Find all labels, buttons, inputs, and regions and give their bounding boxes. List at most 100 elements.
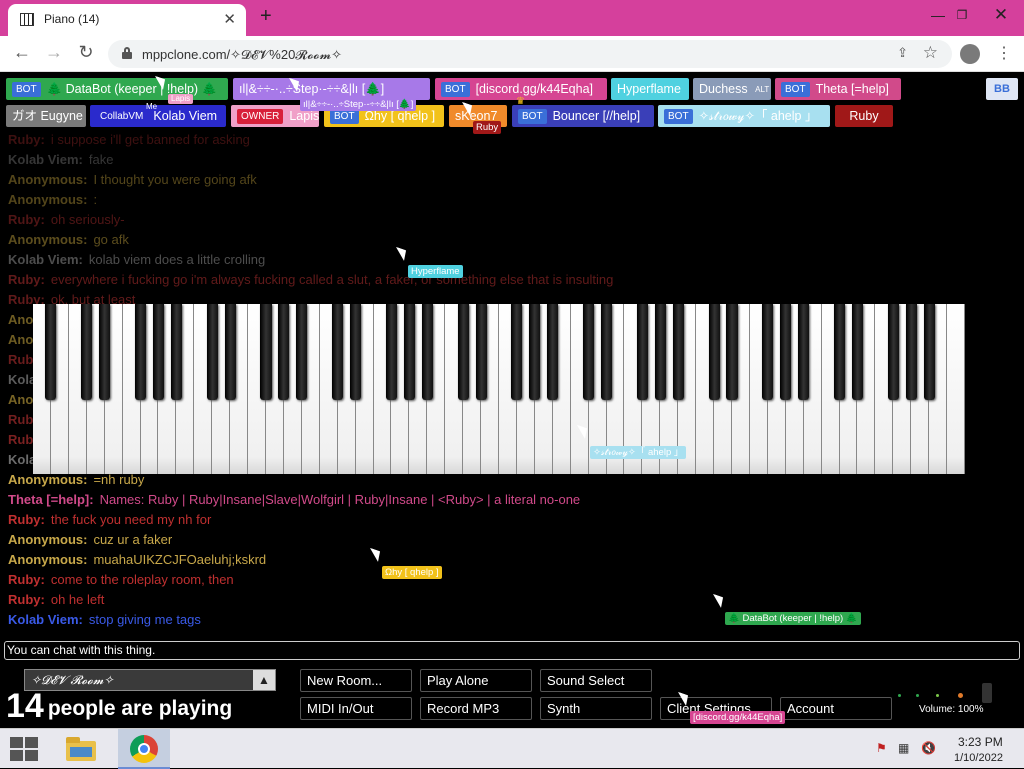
account-button[interactable]: Account bbox=[780, 697, 892, 720]
piano-white-key[interactable] bbox=[947, 304, 965, 474]
forward-button[interactable]: → bbox=[42, 42, 66, 63]
file-explorer-icon[interactable] bbox=[64, 735, 98, 763]
piano-black-key[interactable] bbox=[726, 304, 738, 400]
browser-tab[interactable]: Piano (14) ✕ bbox=[8, 4, 246, 36]
piano-black-key[interactable] bbox=[224, 304, 236, 400]
chat-input[interactable]: You can chat with this thing. bbox=[4, 641, 1020, 660]
piano-black-key[interactable] bbox=[780, 304, 792, 400]
participant-tag[interactable]: Ruby bbox=[835, 105, 893, 127]
piano-page: BOT 🌲 DataBot (keeper | !help) 🌲 ıl|&÷÷-·… bbox=[0, 72, 1024, 728]
room-dropdown-arrow-icon[interactable]: ▲ bbox=[253, 670, 275, 690]
lock-icon[interactable] bbox=[122, 47, 132, 59]
volume-muted-icon[interactable]: 🔇 bbox=[921, 741, 936, 755]
window-close-button[interactable]: ✕ bbox=[987, 2, 1015, 28]
volume-slider[interactable] bbox=[982, 683, 992, 703]
participant-tag[interactable]: ıl|&÷÷-·..÷Step·-÷÷&|lı [🌲] bbox=[233, 78, 430, 100]
piano-black-key[interactable] bbox=[45, 304, 57, 400]
piano-black-key[interactable] bbox=[529, 304, 541, 400]
chat-author[interactable]: Anonymous: bbox=[8, 532, 87, 547]
bot-badge: BOT bbox=[330, 109, 359, 124]
chat-author[interactable]: Kolab Viem: bbox=[8, 252, 83, 267]
piano-black-key[interactable] bbox=[636, 304, 648, 400]
participant-tag[interactable]: ガオ Eugyne bbox=[6, 105, 86, 127]
url-text[interactable]: mppclone.com/✧𝓓𝓔𝓥%20𝓡𝓸𝓸𝓶✧ bbox=[142, 47, 342, 63]
chat-author[interactable]: Anonymous: bbox=[8, 232, 87, 247]
browser-menu-icon[interactable]: ⋮ bbox=[996, 43, 1012, 63]
clock-time[interactable]: 3:23 PM bbox=[958, 735, 1003, 749]
piano-black-key[interactable] bbox=[672, 304, 684, 400]
clock-date[interactable]: 1/10/2022 bbox=[954, 752, 1003, 764]
chat-author[interactable]: Kolab Viem: bbox=[8, 612, 83, 627]
bookmark-star-icon[interactable]: ☆ bbox=[923, 43, 938, 63]
record-mp3-button[interactable]: Record MP3 bbox=[420, 697, 532, 720]
chat-author[interactable]: Ruby: bbox=[8, 592, 45, 607]
action-center-flag-icon[interactable]: ⚑ bbox=[876, 741, 887, 755]
new-room-button[interactable]: New Room... bbox=[300, 669, 412, 692]
piano-black-key[interactable] bbox=[600, 304, 613, 400]
piano-black-key[interactable] bbox=[99, 304, 111, 400]
tab-close-icon[interactable]: ✕ bbox=[223, 10, 236, 28]
piano-black-key[interactable] bbox=[152, 304, 164, 400]
piano-black-key[interactable] bbox=[511, 304, 523, 400]
piano-black-key[interactable] bbox=[887, 304, 899, 400]
network-icon[interactable]: ▦ bbox=[898, 741, 909, 755]
piano-black-key[interactable] bbox=[278, 304, 290, 400]
profile-avatar-icon[interactable] bbox=[960, 44, 980, 64]
chat-author[interactable]: Anonymous: bbox=[8, 472, 87, 487]
piano-black-key[interactable] bbox=[923, 304, 935, 400]
participant-tag[interactable]: BOT ✧𝓈𝓉𝓇𝑜𝓌𝓎✧「 ahelp 」 bbox=[658, 105, 830, 127]
play-alone-button[interactable]: Play Alone bbox=[420, 669, 532, 692]
chrome-taskbar-icon[interactable] bbox=[118, 729, 170, 769]
participant-tag[interactable]: BOT Bouncer [//help] bbox=[512, 105, 654, 127]
midi-button[interactable]: MIDI In/Out bbox=[300, 697, 412, 720]
address-bar[interactable]: mppclone.com/✧𝓓𝓔𝓥%20𝓡𝓸𝓸𝓶✧ ⇪ ☆ bbox=[108, 40, 952, 68]
chat-author[interactable]: Theta [=help]: bbox=[8, 492, 94, 507]
window-restore-button[interactable]: ❐ bbox=[948, 2, 976, 28]
participant-tag[interactable]: Hyperflame bbox=[611, 78, 689, 100]
piano-black-key[interactable] bbox=[708, 304, 720, 400]
participant-tag[interactable]: BOT 🌲 DataBot (keeper | !help) 🌲 bbox=[6, 78, 228, 100]
reload-button[interactable]: ↻ bbox=[74, 42, 98, 63]
piano-black-key[interactable] bbox=[547, 304, 559, 400]
windows-start-icon[interactable] bbox=[10, 737, 38, 761]
piano-black-key[interactable] bbox=[762, 304, 774, 400]
piano-black-key[interactable] bbox=[905, 304, 917, 400]
participant-tag[interactable]: Duchess ALT bbox=[693, 78, 771, 100]
new-tab-button[interactable]: + bbox=[260, 5, 272, 28]
piano-black-key[interactable] bbox=[170, 304, 182, 400]
piano-black-key[interactable] bbox=[421, 304, 433, 400]
chat-author[interactable]: Ruby: bbox=[8, 212, 45, 227]
chat-author[interactable]: Kolab Viem: bbox=[8, 152, 83, 167]
piano-black-key[interactable] bbox=[403, 304, 415, 400]
piano-black-key[interactable] bbox=[833, 304, 846, 400]
sound-select-button[interactable]: Sound Select bbox=[540, 669, 652, 692]
chat-author[interactable]: Ruby: bbox=[8, 572, 45, 587]
piano-black-key[interactable] bbox=[260, 304, 272, 400]
chat-author[interactable]: Ruby: bbox=[8, 512, 45, 527]
piano-black-key[interactable] bbox=[350, 304, 362, 400]
participant-tag-self[interactable]: BB bbox=[986, 78, 1018, 100]
piano-black-key[interactable] bbox=[385, 304, 397, 400]
chat-author[interactable]: Ruby: bbox=[8, 132, 45, 147]
piano-black-key[interactable] bbox=[206, 304, 218, 400]
chat-author[interactable]: Anonymous: bbox=[8, 552, 87, 567]
piano-black-key[interactable] bbox=[851, 304, 863, 400]
piano-black-key[interactable] bbox=[332, 304, 344, 400]
piano-black-key[interactable] bbox=[296, 304, 308, 400]
piano-black-key[interactable] bbox=[475, 304, 487, 400]
share-icon[interactable]: ⇪ bbox=[897, 45, 908, 61]
chat-author[interactable]: Anonymous: bbox=[8, 172, 87, 187]
piano-black-key[interactable] bbox=[134, 304, 147, 400]
chat-message: Ruby: oh he left bbox=[8, 590, 1008, 610]
chat-author[interactable]: Ruby: bbox=[8, 272, 45, 287]
piano-black-key[interactable] bbox=[81, 304, 93, 400]
piano-black-key[interactable] bbox=[583, 304, 595, 400]
synth-button[interactable]: Synth bbox=[540, 697, 652, 720]
back-button[interactable]: ← bbox=[10, 42, 34, 63]
piano-keyboard[interactable] bbox=[33, 304, 965, 474]
piano-black-key[interactable] bbox=[457, 304, 469, 400]
chat-author[interactable]: Anonymous: bbox=[8, 192, 87, 207]
participant-tag[interactable]: BOT Theta [=help] bbox=[775, 78, 901, 100]
piano-black-key[interactable] bbox=[654, 304, 666, 400]
piano-black-key[interactable] bbox=[798, 304, 810, 400]
